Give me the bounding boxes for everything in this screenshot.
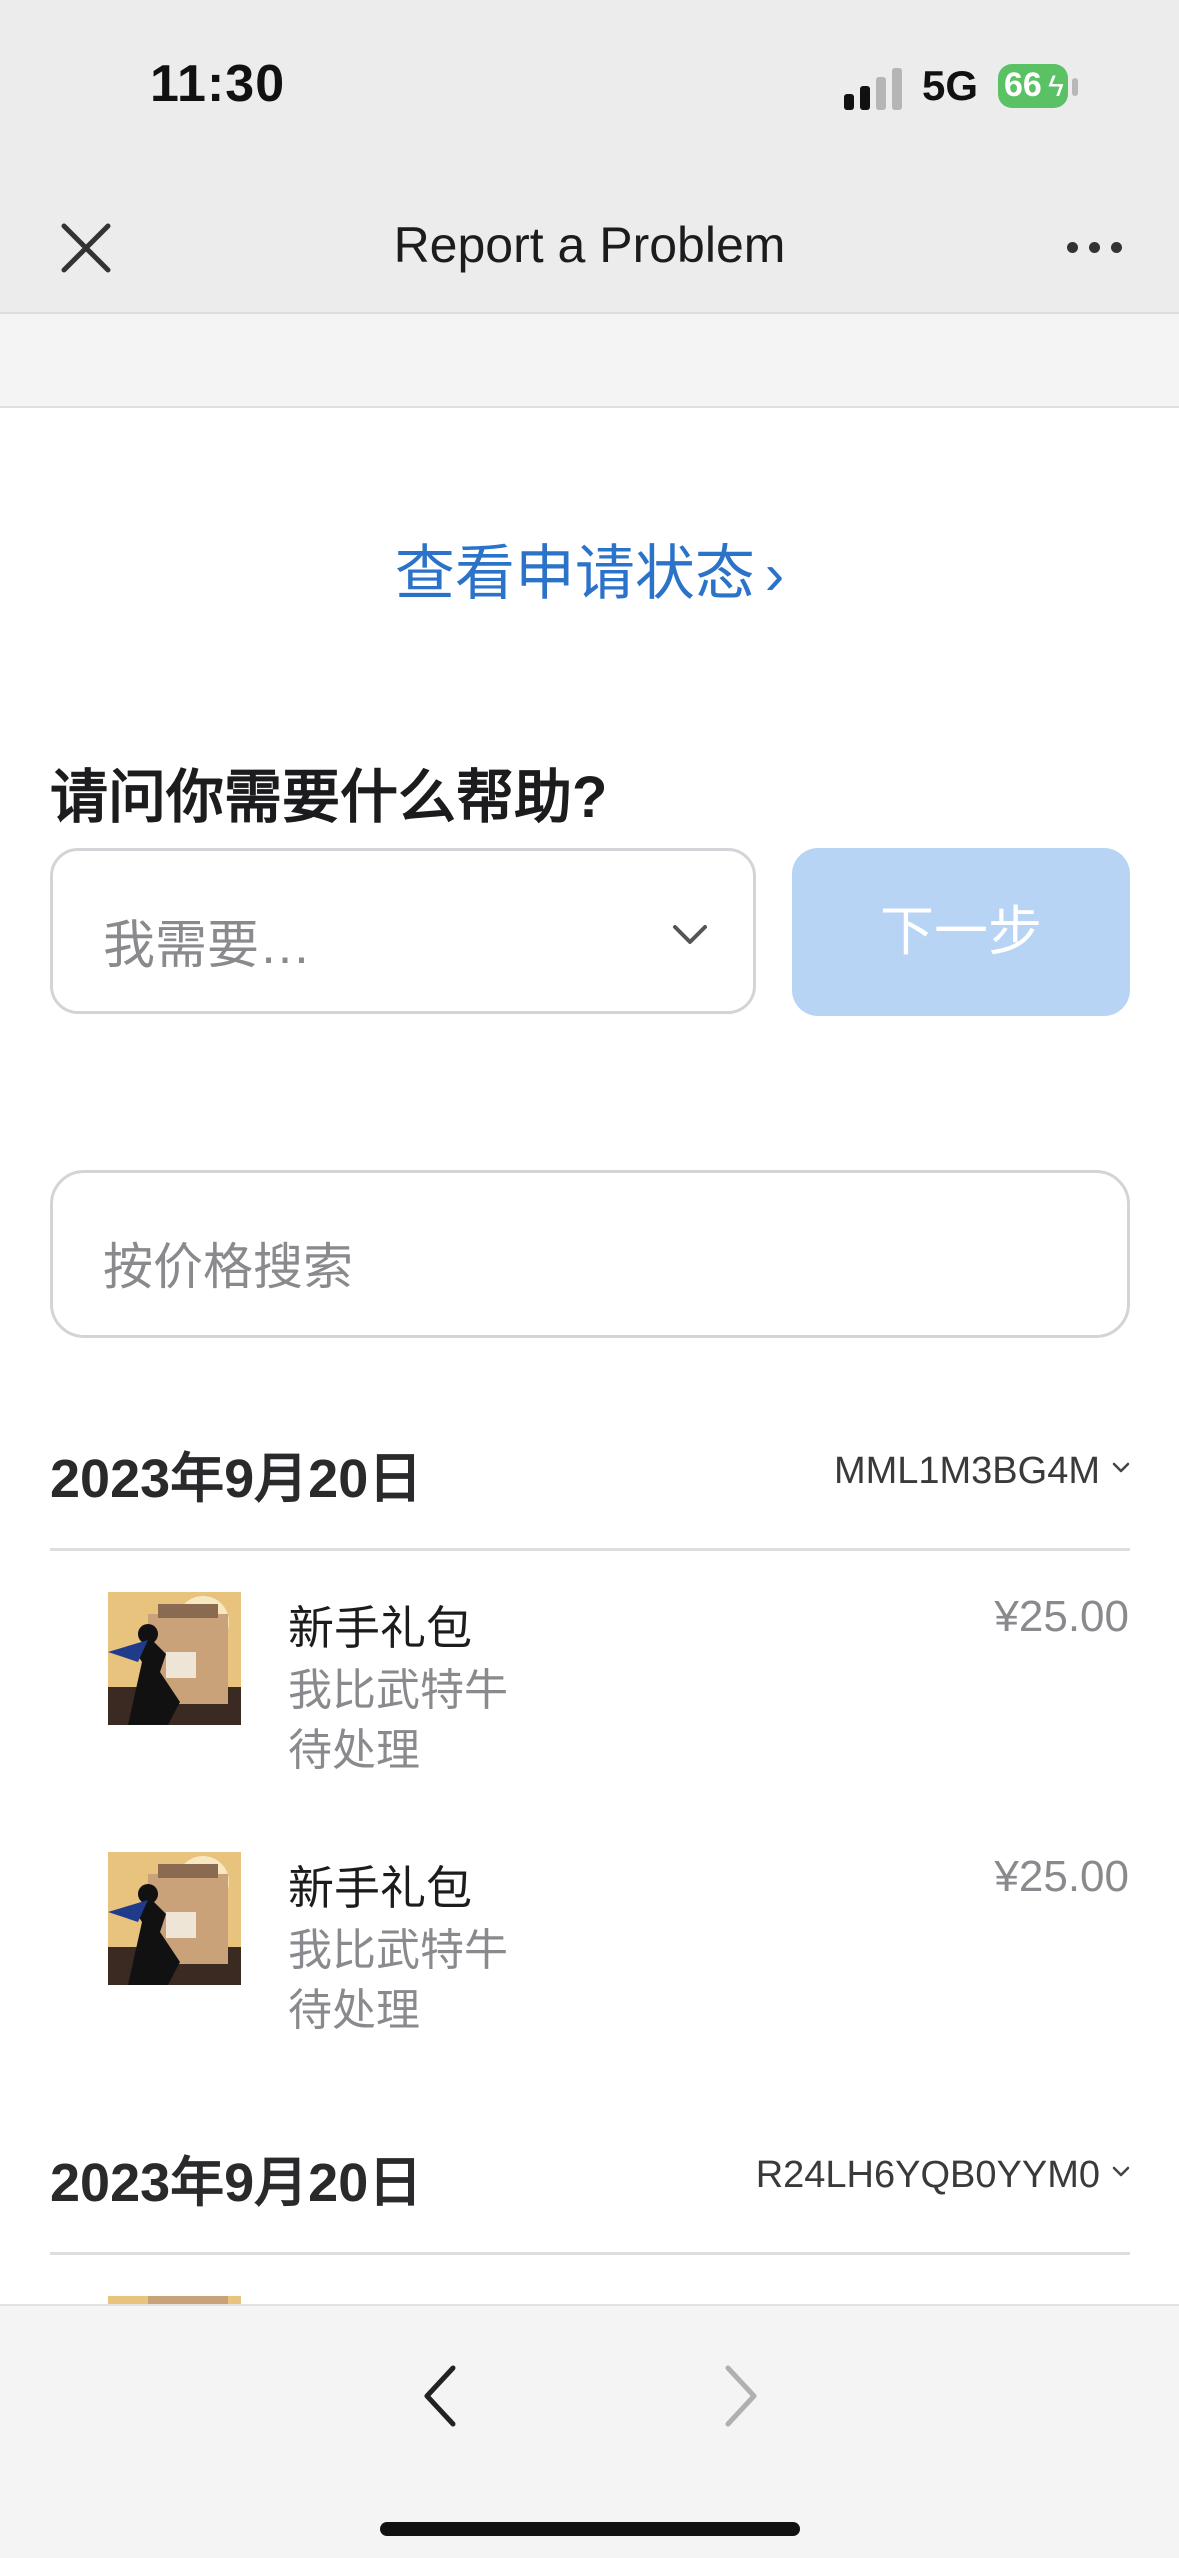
help-type-select[interactable]: 我需要… [50, 848, 756, 1014]
select-placeholder: 我需要… [103, 917, 312, 975]
order-id: MML1M3BG4M [834, 1450, 1130, 1493]
item-name: 新手礼包 [288, 1602, 472, 1654]
order-date: 2023年9月20日 [50, 1449, 423, 1509]
back-arrow-icon[interactable] [405, 2356, 475, 2436]
order-id: R24LH6YQB0YYM0 [756, 2154, 1130, 2197]
order-date: 2023年9月20日 [50, 2153, 423, 2213]
order-group-header[interactable]: 2023年9月20日 R24LH6YQB0YYM0 [50, 2112, 1130, 2255]
battery-level: 66 [1004, 66, 1042, 104]
chevron-down-icon [673, 925, 707, 944]
order-group-header[interactable]: 2023年9月20日 MML1M3BG4M [50, 1408, 1130, 1551]
toolbar-strip [0, 314, 1179, 408]
item-status: 待处理 [288, 1726, 420, 1775]
status-bar: 11:30 5G 66 ϟ [0, 0, 1179, 180]
chevron-down-icon [1112, 2166, 1130, 2177]
item-price: ¥25.00 [994, 1852, 1129, 1901]
item-seller: 我比武特牛 [288, 1666, 508, 1715]
next-step-button[interactable]: 下一步 [792, 848, 1130, 1016]
charging-bolt-icon: ϟ [1048, 70, 1064, 103]
status-time: 11:30 [150, 55, 286, 113]
item-name: 新手礼包 [288, 1862, 472, 1914]
home-indicator [380, 2522, 800, 2536]
status-link-label: 查看申请状态 [394, 540, 755, 607]
view-request-status-link[interactable]: 查看申请状态 › [0, 525, 1179, 612]
item-status: 待处理 [288, 1986, 420, 2035]
game-thumbnail-image [108, 1852, 241, 1985]
navigation-bar: Report a Problem [0, 180, 1179, 314]
chevron-down-icon [1112, 1462, 1130, 1473]
game-thumbnail-image [108, 1592, 241, 1725]
forward-arrow-icon[interactable] [706, 2356, 776, 2436]
bottom-browser-toolbar [0, 2304, 1179, 2558]
battery-cap [1072, 78, 1078, 96]
cellular-signal-icon [844, 68, 902, 110]
search-placeholder: 按价格搜索 [103, 1239, 353, 1295]
price-search-field[interactable]: 按价格搜索 [50, 1170, 1130, 1338]
chevron-right-icon: › [764, 542, 785, 607]
network-type: 5G [922, 62, 979, 109]
more-options-icon[interactable] [1050, 210, 1140, 280]
page-title: Report a Problem [393, 217, 786, 273]
list-item[interactable]: 新手礼包 我比武特牛 待处理 ¥25.00 [0, 1852, 1179, 2052]
item-price: ¥25.00 [994, 1592, 1129, 1641]
help-question-heading: 请问你需要什么帮助? [50, 765, 608, 830]
item-seller: 我比武特牛 [288, 1926, 508, 1975]
list-item[interactable]: 新手礼包 我比武特牛 待处理 ¥25.00 [0, 1592, 1179, 1792]
